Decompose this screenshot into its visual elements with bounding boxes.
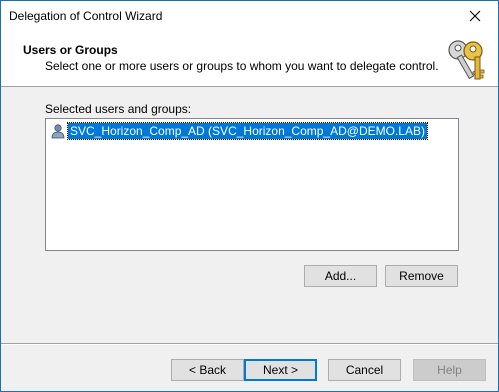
- list-item-label: SVC_Horizon_Comp_AD (SVC_Horizon_Comp_AD…: [67, 121, 428, 140]
- list-item[interactable]: SVC_Horizon_Comp_AD (SVC_Horizon_Comp_AD…: [50, 121, 428, 140]
- remove-button[interactable]: Remove: [385, 265, 458, 287]
- close-icon: [469, 10, 481, 22]
- selected-users-label: Selected users and groups:: [45, 102, 192, 116]
- title-bar: Delegation of Control Wizard: [1, 1, 498, 31]
- selected-users-list[interactable]: SVC_Horizon_Comp_AD (SVC_Horizon_Comp_AD…: [45, 118, 459, 251]
- page-subtitle: Select one or more users or groups to wh…: [45, 59, 439, 73]
- keys-icon: [448, 40, 485, 80]
- next-button[interactable]: Next >: [244, 359, 317, 381]
- back-button[interactable]: < Back: [171, 359, 244, 381]
- wizard-header: Users or Groups Select one or more users…: [1, 31, 498, 87]
- user-icon: [51, 123, 65, 138]
- footer-divider-highlight: [1, 344, 498, 345]
- cancel-button[interactable]: Cancel: [328, 359, 401, 381]
- page-title: Users or Groups: [23, 43, 118, 57]
- help-button[interactable]: Help: [413, 359, 486, 381]
- close-button[interactable]: [452, 1, 498, 31]
- wizard-window: Delegation of Control Wizard Users or Gr…: [0, 0, 499, 392]
- window-title: Delegation of Control Wizard: [9, 9, 163, 23]
- add-button[interactable]: Add...: [304, 265, 377, 287]
